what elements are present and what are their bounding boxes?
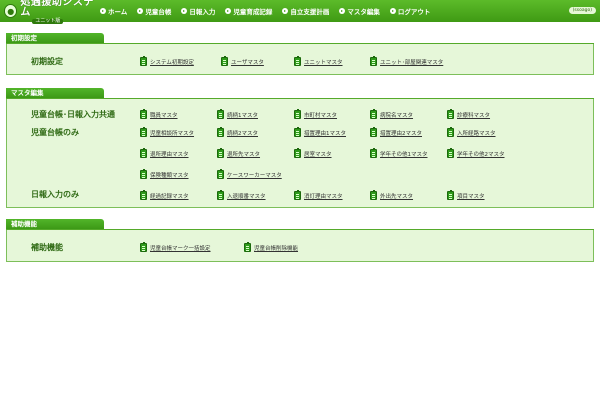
arrow-circle-icon [100,8,106,14]
link-discharge-reason-master[interactable]: 退所理由マスタ [140,148,189,158]
nav-child-record[interactable]: 児童育成記録 [225,6,272,16]
link-relation2-master[interactable]: 続柄2マスタ [217,127,258,137]
link-outing-dest-master[interactable]: 外出先マスタ [370,190,413,200]
link-department-master[interactable]: 診療科マスタ [447,109,490,119]
document-icon [294,109,301,119]
link-insurance-master[interactable]: 保険種類マスタ [140,169,189,179]
top-header: ● 処遇援助システム ユニット版 ホーム 児童台帳 日報入力 児童育成記録 自立… [0,0,600,24]
link-lights-out-master[interactable]: 消灯理由マスタ [294,190,343,200]
row-label-common: 児童台帳･日報入力共通 [31,110,115,119]
arrow-circle-icon [389,8,396,14]
section-init: 初期設定 初期設定 システム初期設定 ユーザマスタ ユニットマスタ ユニット･部… [6,33,594,75]
link-city-master[interactable]: 市町村マスタ [294,109,337,119]
row-label-daily: 日報入力のみ [31,190,79,199]
link-admission-route-master[interactable]: 入所経路マスタ [447,127,496,137]
document-icon [217,148,224,158]
link-child-consult-master[interactable]: 児童相談所マスタ [140,127,194,137]
link-relation1-master[interactable]: 続柄1マスタ [217,109,258,119]
nav-daily-report[interactable]: 日報入力 [181,6,215,16]
document-icon [294,127,301,137]
app-logo[interactable]: ● 処遇援助システム ユニット版 [0,0,100,24]
document-icon [447,109,454,119]
document-icon [217,190,224,200]
user-badge: (ssoago) [568,7,596,14]
logo-subtitle: ユニット版 [32,19,64,24]
link-hospital-master[interactable]: 病院名マスタ [370,109,413,119]
document-icon [370,148,377,158]
document-icon [140,109,147,119]
link-bath-order-master[interactable]: 入退順番マスタ [217,190,266,200]
document-icon [140,169,147,179]
nav-child-ledger[interactable]: 児童台帳 [137,6,171,16]
link-unit-master[interactable]: ユニットマスタ [294,56,343,66]
arrow-circle-icon [181,8,188,14]
link-measure2-master[interactable]: 措置理由2マスタ [370,127,422,137]
link-grade-other1-master[interactable]: 学年その他1マスタ [370,148,428,158]
document-icon [294,190,301,200]
link-mark-bulk-setting[interactable]: 児童台帳マーク一括設定 [140,242,211,252]
row-label-ledger: 児童台帳のみ [31,128,79,137]
document-icon [221,56,228,66]
document-icon [140,148,147,158]
nav-support-plan[interactable]: 自立支援計画 [282,6,329,16]
document-icon [370,190,377,200]
document-icon [370,109,377,119]
document-icon [140,127,147,137]
document-icon [294,148,301,158]
document-icon [447,148,454,158]
document-icon [447,190,454,200]
main-nav: ホーム 児童台帳 日報入力 児童育成記録 自立支援計画 マスタ編集 ログアウト [100,0,440,22]
logo-icon: ● [4,4,18,18]
document-icon [217,169,224,179]
document-icon [140,242,147,252]
nav-master-edit[interactable]: マスタ編集 [339,6,380,16]
link-staff-master[interactable]: 職員マスタ [140,109,178,119]
link-item-master[interactable]: 項目マスタ [447,190,485,200]
link-ledger-delete[interactable]: 児童台帳削除機能 [244,242,298,252]
link-discharge-dest-master[interactable]: 退所先マスタ [217,148,260,158]
document-icon [447,127,454,137]
link-system-init[interactable]: システム初期設定 [140,56,194,66]
link-grade-other2-master[interactable]: 学年その他2マスタ [447,148,505,158]
nav-logout[interactable]: ログアウト [389,6,430,16]
document-icon [217,127,224,137]
logo-title: 処遇援助システム [20,0,94,18]
arrow-circle-icon [137,8,144,14]
link-measure1-master[interactable]: 措置理由1マスタ [294,127,346,137]
document-icon [294,56,301,66]
link-room-master[interactable]: 居室マスタ [294,148,332,158]
arrow-circle-icon [339,8,346,14]
link-user-master[interactable]: ユーザマスタ [221,56,264,66]
section-master: マスタ編集 児童台帳･日報入力共通 職員マスタ 続柄1マスタ 市町村マスタ 病院… [6,88,594,208]
document-icon [217,109,224,119]
arrow-circle-icon [282,8,289,14]
document-icon [244,242,251,252]
row-label-aux: 補助機能 [31,243,63,252]
link-unit-room-master[interactable]: ユニット･部屋関連マスタ [370,56,443,66]
document-icon [140,56,147,66]
document-icon [140,190,147,200]
nav-home[interactable]: ホーム [100,6,127,16]
section-aux: 補助機能 補助機能 児童台帳マーク一括設定 児童台帳削除機能 [6,219,594,262]
link-progress-record-master[interactable]: 経過記録マスタ [140,190,189,200]
arrow-circle-icon [225,8,232,14]
document-icon [370,56,377,66]
link-caseworker-master[interactable]: ケースワーカーマスタ [217,169,282,179]
document-icon [370,127,377,137]
row-label-init: 初期設定 [31,57,63,66]
